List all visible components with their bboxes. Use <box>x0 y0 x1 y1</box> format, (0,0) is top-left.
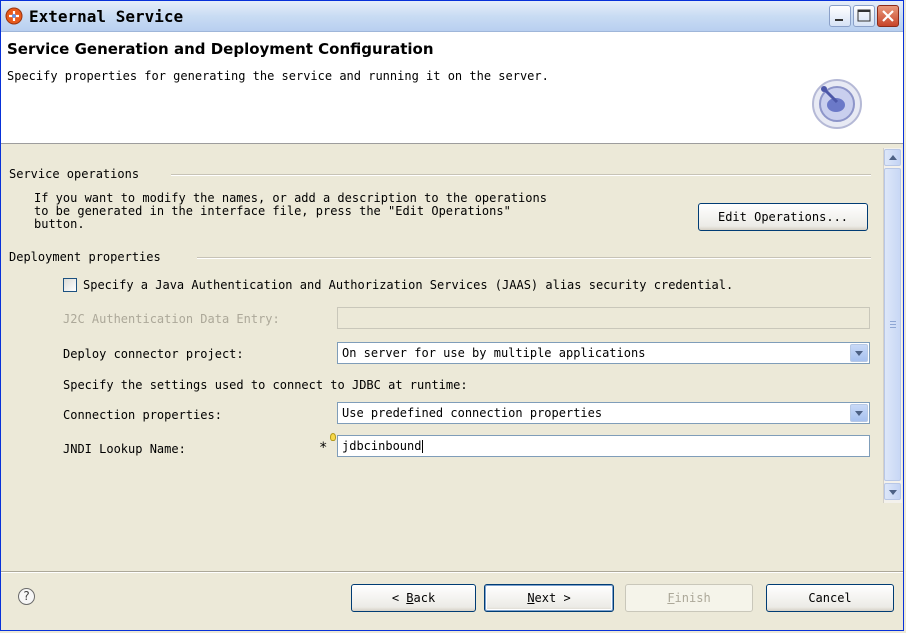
wizard-banner-icon <box>812 79 862 129</box>
help-icon[interactable]: ? <box>18 588 35 605</box>
deploy-connector-select[interactable]: On server for use by multiple applicatio… <box>337 342 870 364</box>
finish-button-mnemonic: F <box>667 591 675 605</box>
grip-line <box>890 321 896 322</box>
jndi-lookup-input[interactable]: jdbcinbound <box>337 435 870 457</box>
back-button-label: ack <box>413 591 436 605</box>
deploy-connector-value: On server for use by multiple applicatio… <box>342 346 646 360</box>
back-button-mnemonic: B <box>406 591 414 605</box>
edit-operations-button[interactable]: Edit Operations... <box>698 203 868 231</box>
content-assist-lightbulb-icon <box>330 433 336 441</box>
external-service-dialog: External Service Service Generation and … <box>0 0 904 631</box>
chevron-down-icon[interactable] <box>850 404 868 422</box>
service-operations-separator <box>171 174 871 176</box>
next-button-label: ext > <box>534 591 571 605</box>
next-button-mnemonic: N <box>527 591 535 605</box>
j2c-auth-label: J2C Authentication Data Entry: <box>63 312 280 326</box>
required-marker: * <box>319 440 328 456</box>
deployment-properties-label: Deployment properties <box>9 250 165 264</box>
close-button[interactable] <box>877 5 899 27</box>
text-caret <box>422 440 424 453</box>
page-description: Specify properties for generating the se… <box>7 69 549 83</box>
finish-button-label: inish <box>674 591 711 605</box>
connection-properties-select[interactable]: Use predefined connection properties <box>337 402 870 424</box>
jaas-checkbox[interactable] <box>63 278 77 292</box>
vertical-scrollbar[interactable] <box>883 148 902 503</box>
chevron-down-icon[interactable] <box>850 344 868 362</box>
cancel-button[interactable]: Cancel <box>766 584 894 612</box>
grip-line <box>890 327 896 328</box>
connection-properties-value: Use predefined connection properties <box>342 406 603 420</box>
back-button-prefix: < <box>391 591 407 605</box>
connection-properties-label: Connection properties: <box>63 408 222 422</box>
deploy-connector-label: Deploy connector project: <box>63 347 244 361</box>
window-title: External Service <box>29 7 184 26</box>
wizard-header: Service Generation and Deployment Config… <box>1 32 903 144</box>
jdbc-settings-text: Specify the settings used to connect to … <box>63 378 468 392</box>
service-operations-label: Service operations <box>9 167 144 181</box>
jaas-checkbox-label[interactable]: Specify a Java Authentication and Author… <box>83 278 733 292</box>
service-icon <box>5 7 23 25</box>
next-button[interactable]: Next > <box>484 584 614 612</box>
minimize-icon <box>835 19 843 21</box>
back-button[interactable]: < Back <box>351 584 476 612</box>
scrollbar-thumb[interactable] <box>884 168 901 481</box>
service-operations-text: If you want to modify the names, or add … <box>34 191 547 231</box>
maximize-icon <box>857 9 871 22</box>
jndi-lookup-value: jdbcinbound <box>342 439 422 453</box>
j2c-auth-field <box>337 307 870 329</box>
scroll-down-arrow-icon[interactable] <box>884 483 901 500</box>
minimize-button[interactable] <box>829 5 851 27</box>
footer-separator <box>1 571 903 573</box>
deployment-properties-separator <box>197 257 871 259</box>
close-icon <box>882 10 894 22</box>
grip-line <box>890 324 896 325</box>
page-title: Service Generation and Deployment Config… <box>7 40 434 58</box>
jndi-lookup-label: JNDI Lookup Name: <box>63 442 186 456</box>
title-bar[interactable]: External Service <box>1 1 903 32</box>
finish-button: Finish <box>625 584 753 612</box>
scroll-up-arrow-icon[interactable] <box>884 149 901 166</box>
maximize-button[interactable] <box>853 5 875 27</box>
